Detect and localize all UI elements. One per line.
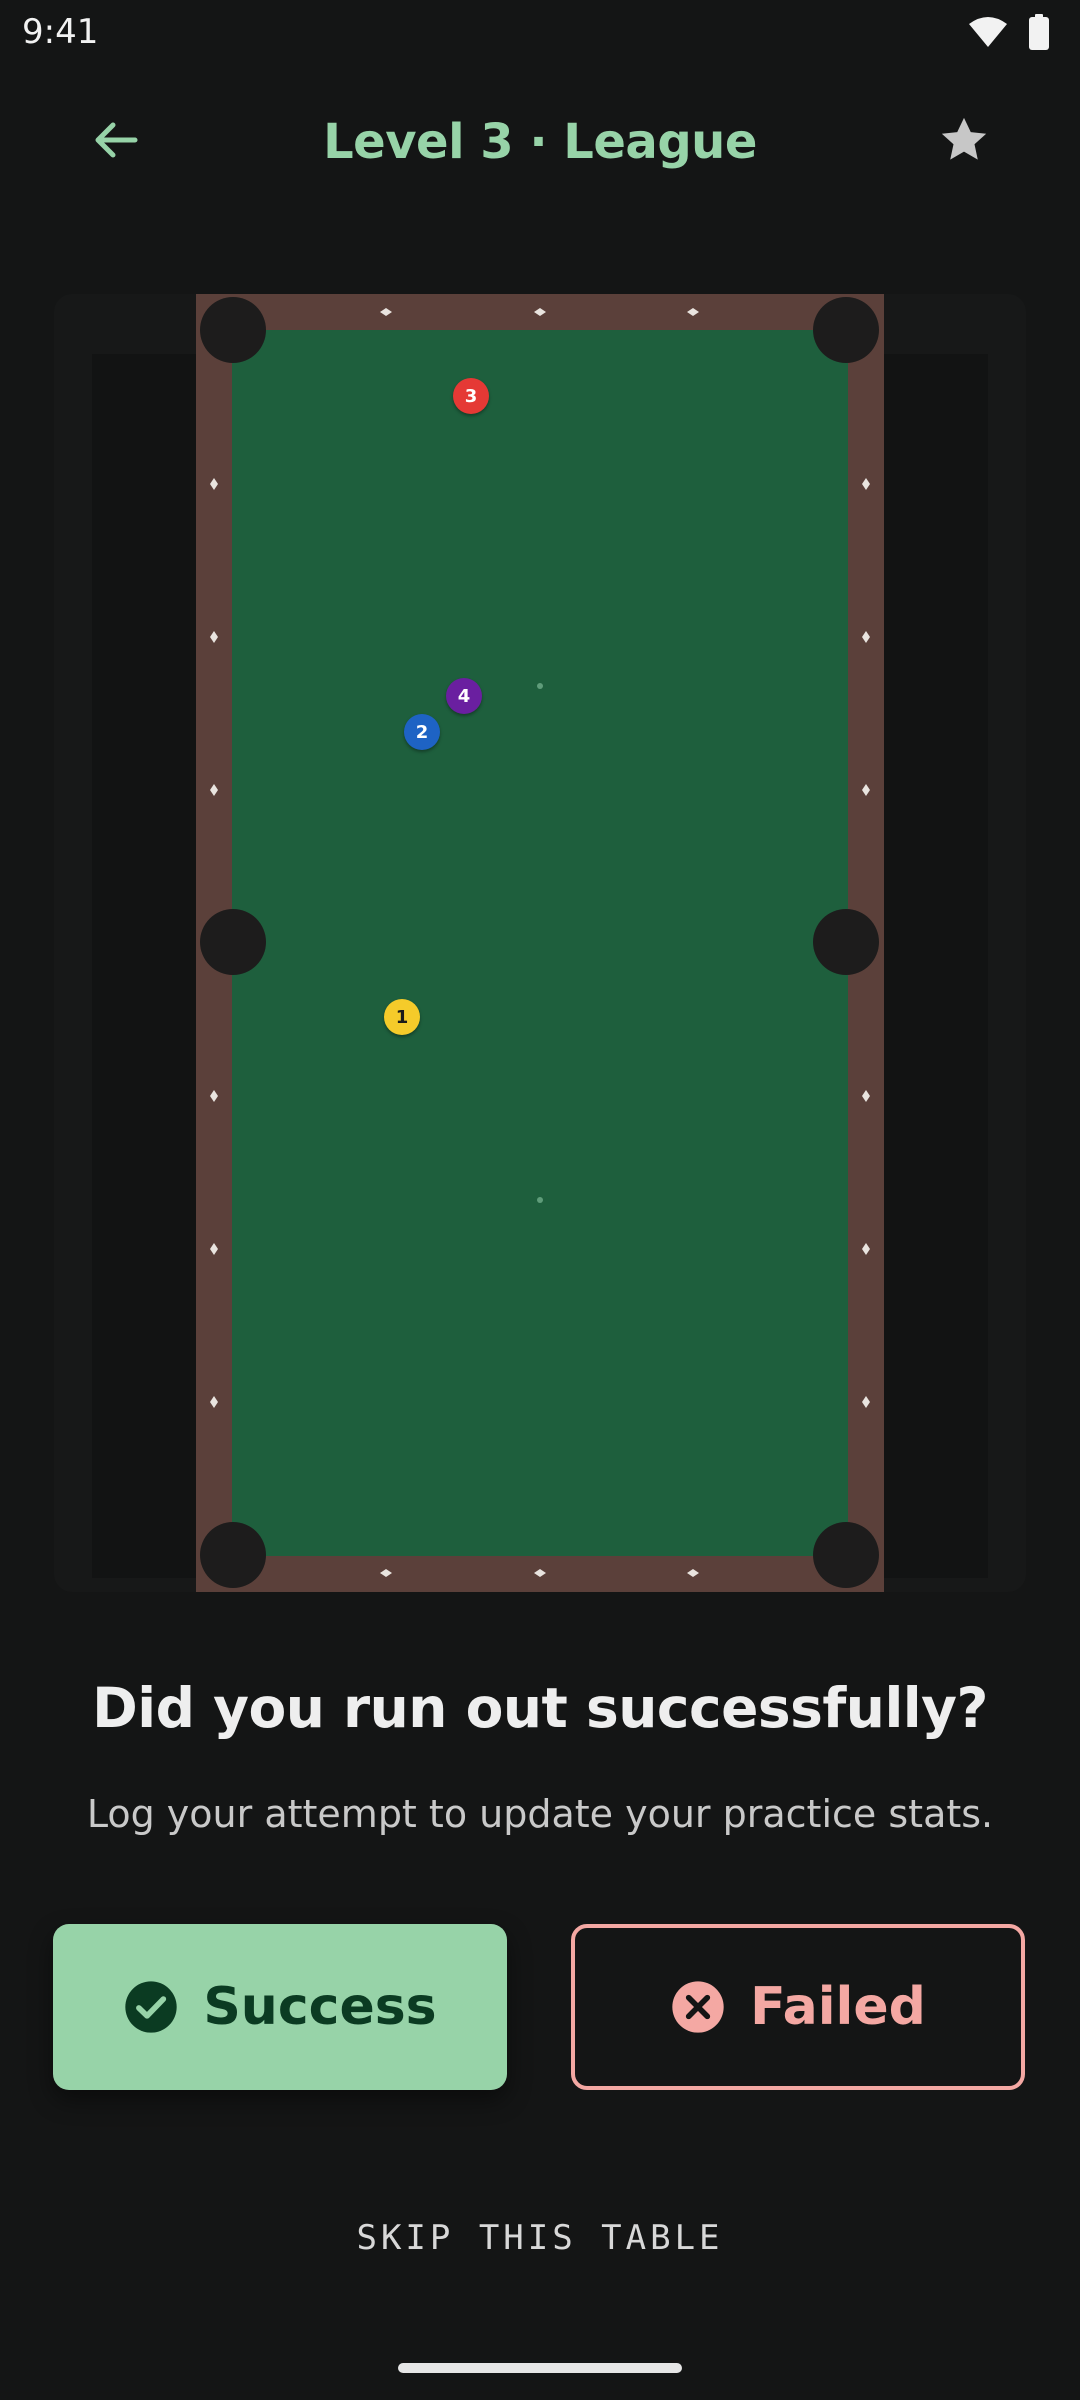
status-time: 9:41: [22, 12, 99, 52]
ball-number: 3: [464, 385, 478, 407]
check-circle-icon: [125, 1981, 178, 2033]
failed-button[interactable]: Failed: [571, 1924, 1025, 2090]
head-spot: [537, 683, 543, 689]
success-button[interactable]: Success: [53, 1924, 507, 2090]
pocket-side-left: [200, 909, 266, 975]
home-indicator[interactable]: [398, 2363, 682, 2373]
skip-table-button[interactable]: SKIP THIS TABLE: [0, 2218, 1080, 2258]
page-title: Level 3 · League: [323, 114, 757, 170]
ball-2[interactable]: 2: [404, 714, 440, 750]
pocket-top-right: [813, 297, 879, 363]
x-circle-icon: [672, 1981, 724, 2033]
ball-4[interactable]: 4: [446, 678, 482, 714]
pocket-top-left: [200, 297, 266, 363]
wifi-icon: [969, 17, 1007, 47]
arrow-left-icon: [95, 122, 138, 158]
failed-label: Failed: [750, 1977, 926, 2037]
ball-3[interactable]: 3: [453, 378, 489, 414]
success-label: Success: [203, 1977, 437, 2037]
favorite-button[interactable]: [914, 90, 1014, 190]
table-felt: [232, 330, 848, 1556]
pocket-bottom-right: [813, 1522, 879, 1588]
ball-number: 1: [395, 1006, 409, 1028]
status-icons: [968, 14, 1050, 50]
ball-1[interactable]: 1: [384, 999, 420, 1035]
foot-spot: [537, 1197, 543, 1203]
question-subtext: Log your attempt to update your practice…: [86, 1792, 994, 1836]
ball-number: 4: [457, 685, 471, 707]
pocket-side-right: [813, 909, 879, 975]
back-button[interactable]: [66, 90, 166, 190]
battery-icon: [1029, 14, 1049, 50]
app-bar: Level 3 · League: [0, 90, 1080, 206]
ball-number: 2: [415, 721, 429, 743]
star-icon: [941, 117, 987, 160]
status-bar: 9:41: [0, 0, 1080, 64]
pocket-bottom-left: [200, 1522, 266, 1588]
question-heading: Did you run out successfully?: [92, 1676, 988, 1740]
